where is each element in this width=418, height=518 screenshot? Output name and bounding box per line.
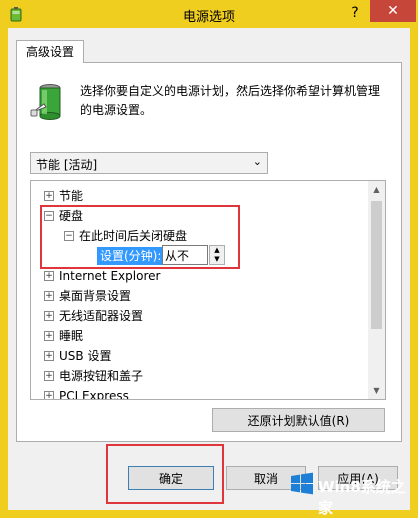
tree-item-sleep[interactable]: + 睡眠 <box>31 326 361 346</box>
tree-item-label: Internet Explorer <box>59 269 161 283</box>
tree-item-label: 无线适配器设置 <box>59 309 144 323</box>
tree-item-energy-saving[interactable]: + 节能 <box>31 186 361 206</box>
expand-icon[interactable]: + <box>44 351 54 361</box>
tree-item-wireless-adapter[interactable]: + 无线适配器设置 <box>31 306 361 326</box>
tree-item-internet-explorer[interactable]: + Internet Explorer <box>31 266 361 286</box>
power-plan-dropdown[interactable]: 节能 [活动] ⌄ <box>30 152 268 174</box>
tab-advanced-settings[interactable]: 高级设置 <box>16 40 84 63</box>
tree-item-label: 节能 <box>59 189 84 203</box>
tree-item-desktop-background[interactable]: + 桌面背景设置 <box>31 286 361 306</box>
highlight-box-hard-disk <box>40 205 240 269</box>
tree-item-pci-express[interactable]: + PCI Express <box>31 386 361 400</box>
windows-logo-icon <box>291 472 313 495</box>
scroll-thumb[interactable] <box>371 201 382 329</box>
close-button[interactable]: ✕ <box>370 0 416 22</box>
help-button[interactable]: ? <box>343 2 367 24</box>
expand-icon[interactable]: + <box>44 291 54 301</box>
tree-item-usb-settings[interactable]: + USB 设置 <box>31 346 361 366</box>
description-text: 选择你要自定义的电源计划，然后选择你希望计算机管理的电源设置。 <box>80 84 381 117</box>
tree-scrollbar[interactable]: ▲ ▼ <box>368 181 385 399</box>
watermark-text: Win8系统之家 <box>318 478 406 517</box>
restore-defaults-button[interactable]: 还原计划默认值(R) <box>212 408 385 432</box>
expand-icon[interactable]: + <box>44 371 54 381</box>
tree-item-label: USB 设置 <box>59 349 112 363</box>
battery-icon <box>30 80 70 124</box>
tree-item-label: 桌面背景设置 <box>59 289 132 303</box>
watermark: Win8系统之家 <box>278 466 418 517</box>
expand-icon[interactable]: + <box>44 311 54 321</box>
highlight-box-ok <box>106 444 224 504</box>
scroll-up-icon[interactable]: ▲ <box>368 181 385 198</box>
expand-icon[interactable]: + <box>44 191 54 201</box>
expand-icon[interactable]: + <box>44 271 54 281</box>
expand-icon[interactable]: + <box>44 391 54 399</box>
tree-item-label: 电源按钮和盖子 <box>59 369 144 383</box>
tree-item-label: PCI Express <box>59 389 129 400</box>
expand-icon[interactable]: + <box>44 331 54 341</box>
selected-plan: 节能 [活动] <box>36 158 98 172</box>
chevron-down-icon: ⌄ <box>252 155 262 168</box>
scroll-down-icon[interactable]: ▼ <box>368 382 385 399</box>
tree-item-label: 睡眠 <box>59 329 84 343</box>
tree-item-power-buttons-lid[interactable]: + 电源按钮和盖子 <box>31 366 361 386</box>
